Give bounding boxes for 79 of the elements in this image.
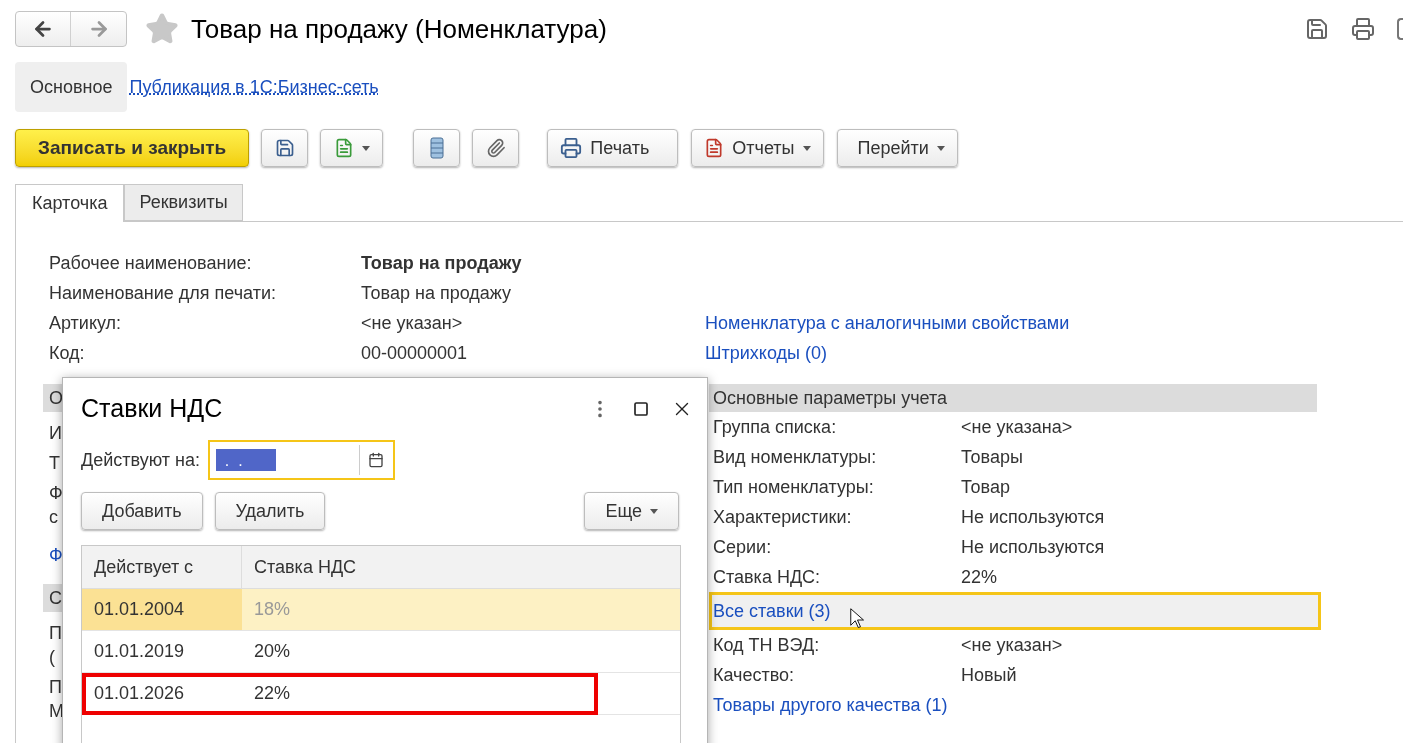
date-value: . .	[215, 449, 276, 471]
toolbar-menu-button[interactable]: Печать	[547, 129, 679, 167]
dialog-button[interactable]: Удалить	[214, 492, 326, 530]
table-row[interactable]: 01.01.2004 18%	[82, 589, 680, 631]
list-button[interactable]	[413, 129, 461, 167]
field-value: <не указана>	[961, 415, 1073, 439]
field-label: Ф	[48, 482, 63, 504]
report-icon	[704, 138, 725, 158]
paperclip-icon	[485, 138, 506, 158]
copy-button[interactable]	[320, 129, 384, 167]
field-value: Товар	[961, 475, 1010, 499]
link[interactable]: Все ставки (3)	[709, 592, 1321, 630]
field-label: Рабочее наименование:	[49, 251, 253, 275]
field-label: Тип номенклатуры:	[713, 475, 875, 499]
table-cell-text: 20%	[253, 640, 291, 663]
field-label: Качество:	[713, 663, 796, 687]
list-icon	[429, 137, 444, 159]
field-value: Новый	[961, 663, 1017, 687]
printer-icon	[560, 137, 583, 159]
field-label: Наименование для печати:	[49, 281, 277, 305]
column-header: Действует с	[82, 546, 242, 588]
favorite-star-icon[interactable]	[145, 12, 179, 46]
field-value: Товар на продажу	[361, 282, 512, 303]
table-cell: 01.01.2004	[82, 589, 242, 630]
field-value: Не используются	[961, 535, 1105, 559]
field-label: Ставка НДС:	[713, 565, 822, 589]
mouse-cursor-icon	[850, 608, 865, 629]
field-label: И	[48, 422, 62, 444]
field-label: Группа списка:	[713, 415, 838, 439]
window-title: Товар на продажу (Номенклатура)	[191, 12, 607, 46]
link[interactable]: Штрихкоды (0)	[705, 339, 827, 367]
link[interactable]: Товары другого качества (1)	[709, 690, 948, 720]
save-button[interactable]	[261, 129, 309, 167]
date-field[interactable]: . .	[207, 440, 395, 480]
field-label: Вид номенклатуры:	[713, 445, 878, 469]
link[interactable]: Ф	[43, 544, 63, 566]
dialog-title: Ставки НДС	[81, 393, 223, 425]
calendar-icon[interactable]	[368, 452, 385, 468]
field-label: Т	[48, 452, 60, 474]
field-label: Код:	[49, 341, 86, 365]
section-link[interactable]: Основное	[15, 62, 128, 112]
field-label: Артикул:	[49, 311, 123, 335]
field-value: 22%	[961, 565, 998, 589]
save-icon[interactable]	[1305, 17, 1329, 41]
print-icon[interactable]	[1351, 17, 1375, 41]
table-cell-text: 01.01.2019	[93, 640, 186, 663]
field-label: Серии:	[713, 535, 773, 559]
attach-button[interactable]	[472, 129, 520, 167]
table-cell-text: 22%	[253, 682, 291, 705]
field-label: (	[48, 646, 55, 668]
link[interactable]: Номенклатура с аналогичными свойствами	[705, 309, 1070, 337]
field-value: 00-00000001	[361, 342, 468, 363]
field-label: Код ТН ВЭД:	[713, 633, 821, 657]
tab[interactable]: Реквизиты	[124, 184, 243, 221]
field-label: П	[48, 676, 62, 698]
field-label: П	[48, 622, 62, 644]
toolbar-menu-button[interactable]: Отчеты	[691, 129, 824, 167]
table-row[interactable]: 01.01.2026 22%	[82, 673, 680, 715]
field-value: Товары	[961, 445, 1023, 469]
save-and-close-button[interactable]: Записать и закрыть	[15, 129, 250, 167]
table-cell-text: 18%	[253, 598, 291, 621]
dialog-button[interactable]: Добавить	[81, 492, 203, 530]
field-label: с	[48, 506, 58, 528]
maximize-icon[interactable]	[633, 401, 649, 417]
dropdown-caret-icon	[650, 508, 658, 514]
toolbar-menu-button[interactable]: Перейти	[836, 129, 958, 167]
field-label: Действуют на:	[81, 448, 200, 472]
table-cell-text: 01.01.2026	[93, 682, 186, 705]
field-value: <не указан>	[361, 312, 463, 333]
tab[interactable]: Карточка	[15, 184, 125, 222]
section-link[interactable]: Публикация в 1С:Бизнес-сеть	[129, 73, 379, 101]
field-value: Товар на продажу	[361, 252, 522, 273]
field-value: Не используются	[961, 505, 1105, 529]
dropdown-caret-icon	[361, 145, 370, 151]
field-label: Характеристики:	[713, 505, 853, 529]
field-value: <не указан>	[961, 633, 1063, 657]
column-header: Ставка НДС	[253, 555, 357, 579]
section-header: Основные параметры учета	[709, 384, 1317, 412]
more-button[interactable]: Еще	[584, 492, 679, 530]
